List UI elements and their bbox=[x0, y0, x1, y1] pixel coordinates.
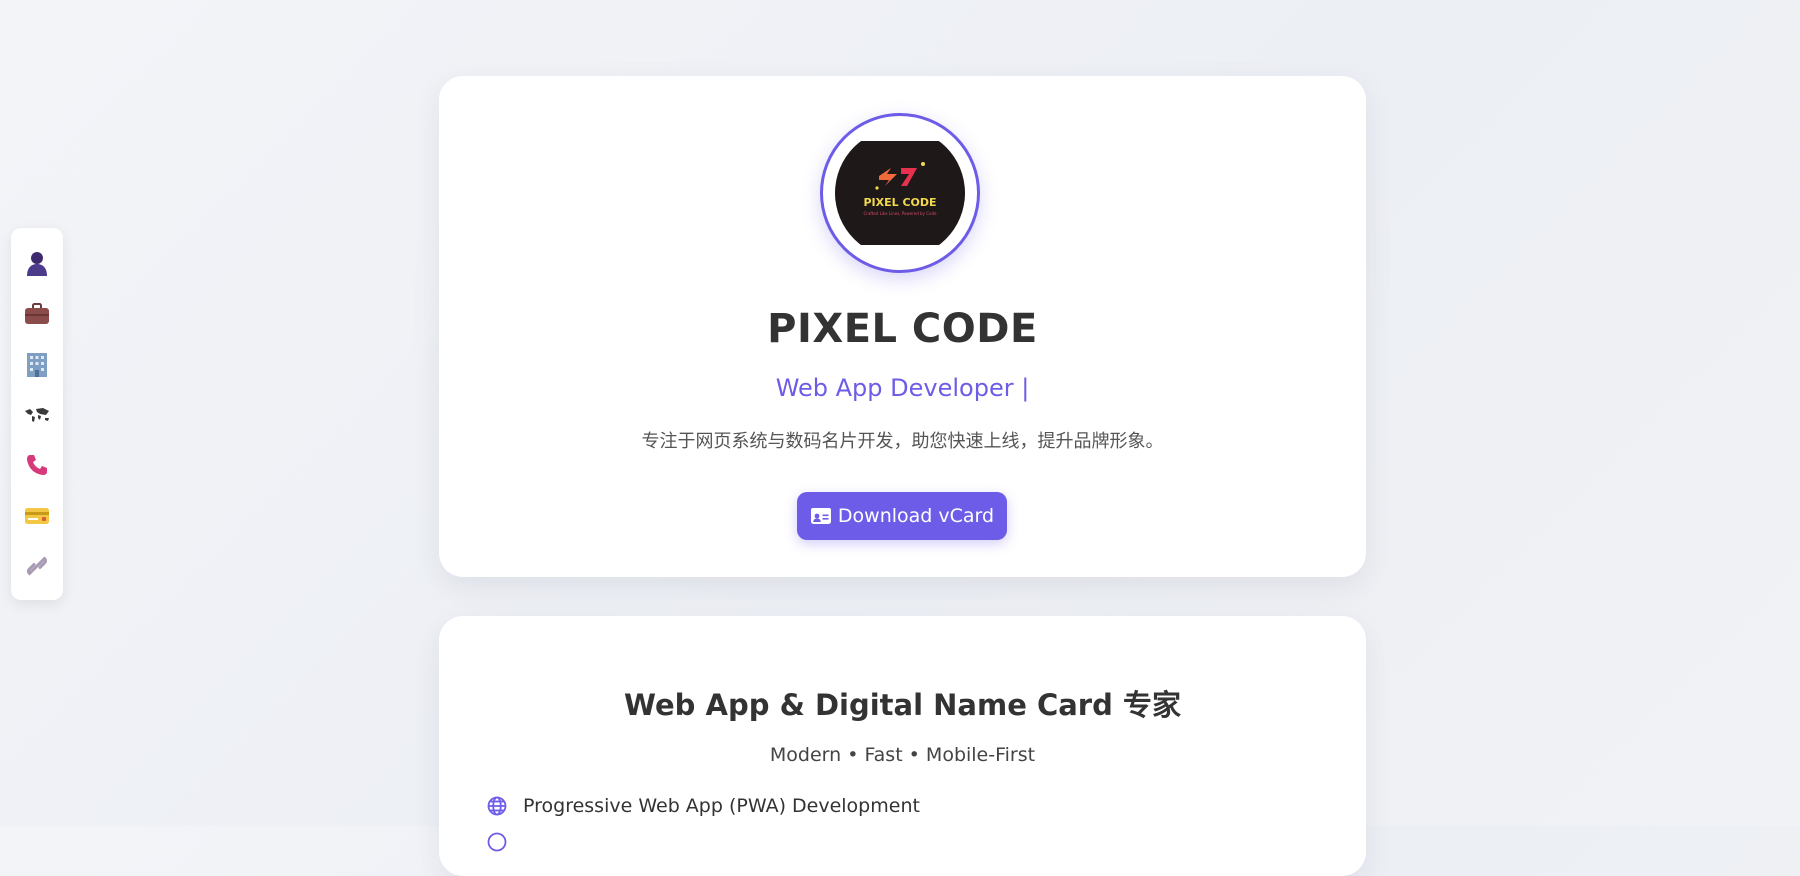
services-title: Web App & Digital Name Card 专家 bbox=[624, 688, 1181, 722]
services-subtitle: Modern • Fast • Mobile-First bbox=[769, 744, 1036, 766]
briefcase-icon bbox=[25, 302, 49, 324]
list-item: Progressive Web App (PWA) Development bbox=[485, 788, 920, 824]
office-building-icon bbox=[27, 353, 47, 378]
link-icon bbox=[27, 556, 47, 576]
profile-card: PIXEL CODE Crafted Like Lines, Powered b… bbox=[439, 76, 1366, 577]
nav-item-location[interactable] bbox=[11, 390, 63, 441]
icon bbox=[485, 830, 509, 854]
nav-item-links[interactable] bbox=[11, 541, 63, 592]
world-map-icon bbox=[25, 407, 49, 422]
profile-tagline: 专注于网页系统与数码名片开发，助您快速上线，提升品牌形象。 bbox=[641, 431, 1164, 452]
nav-item-work[interactable] bbox=[11, 289, 63, 340]
side-nav bbox=[11, 228, 63, 600]
services-card: Web App & Digital Name Card 专家 Modern • … bbox=[439, 616, 1366, 876]
profile-role: Web App Developer | bbox=[775, 374, 1030, 402]
logo-text: PIXEL CODE bbox=[863, 196, 936, 209]
person-icon bbox=[27, 252, 47, 277]
services-list: Progressive Web App (PWA) Development bbox=[485, 788, 920, 860]
globe-icon bbox=[485, 794, 509, 818]
list-item bbox=[485, 824, 920, 860]
logo-image: PIXEL CODE Crafted Like Lines, Powered b… bbox=[835, 128, 965, 258]
logo-subtext: Crafted Like Lines, Powered by Code bbox=[864, 211, 938, 216]
nav-item-profile[interactable] bbox=[11, 238, 63, 289]
nav-item-company[interactable] bbox=[11, 339, 63, 390]
service-label: Progressive Web App (PWA) Development bbox=[523, 795, 920, 817]
profile-name: PIXEL CODE bbox=[767, 306, 1038, 352]
nav-item-card[interactable] bbox=[11, 491, 63, 542]
nav-item-contact[interactable] bbox=[11, 440, 63, 491]
id-card-icon bbox=[810, 508, 831, 524]
download-vcard-button[interactable]: Download vCard bbox=[797, 492, 1007, 540]
id-card-icon bbox=[25, 507, 49, 524]
avatar: PIXEL CODE Crafted Like Lines, Powered b… bbox=[820, 113, 980, 273]
phone-icon bbox=[27, 455, 47, 476]
download-vcard-label: Download vCard bbox=[837, 505, 995, 527]
